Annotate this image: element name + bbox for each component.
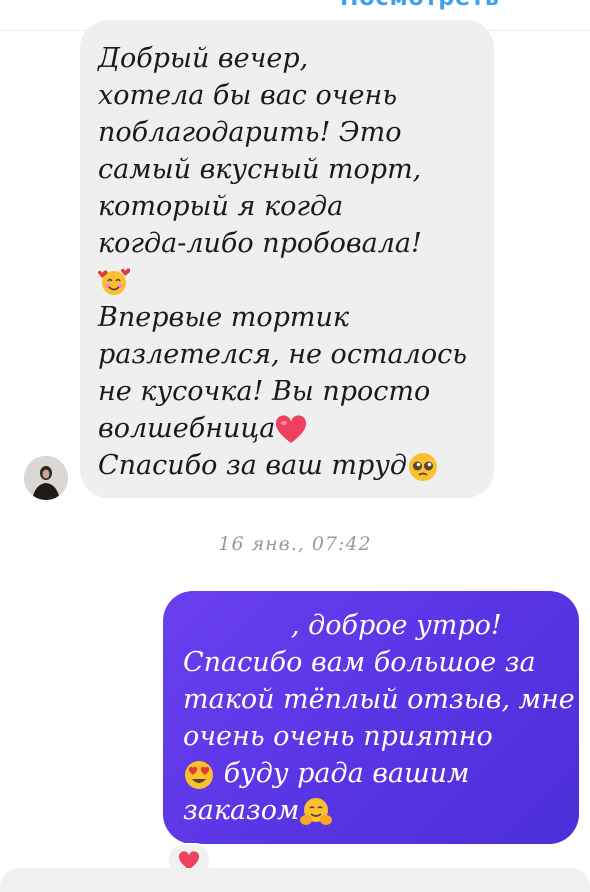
hugging-face-icon <box>299 796 333 828</box>
outgoing-message-bubble[interactable]: , доброе утро! Спасибо вам большое за та… <box>163 591 579 844</box>
sender-avatar[interactable] <box>24 456 68 500</box>
red-heart-icon <box>275 414 307 445</box>
incoming-message-bubble[interactable]: Добрый вечер, хотела бы вас очень поблаг… <box>80 20 494 498</box>
message-line: Добрый вечер, <box>98 43 309 74</box>
emoji-line <box>98 262 476 299</box>
message-line: не кусочка! Вы просто <box>98 376 431 407</box>
message-line-with-emoji: буду рада вашим <box>183 755 563 792</box>
message-line: очень очень приятно <box>183 721 493 752</box>
message-line: поблагодарить! Это <box>98 117 402 148</box>
message-text: Спасибо за ваш труд <box>98 450 408 481</box>
message-line: когда-либо пробовала! <box>98 228 422 259</box>
message-line-with-heart: волшебница <box>98 410 476 447</box>
pleading-face-icon <box>407 451 439 483</box>
smiling-face-with-hearts-icon <box>98 266 130 298</box>
message-text: волшебница <box>98 413 276 444</box>
message-line: хотела бы вас очень <box>98 80 398 111</box>
heart-eyes-face-icon <box>183 759 215 791</box>
message-line: , доброе утро! <box>291 610 502 641</box>
message-line: самый вкусный торт, <box>98 154 422 185</box>
view-profile-link[interactable]: Посмотреть <box>340 0 500 11</box>
message-line: Спасибо вам большое за <box>183 647 536 678</box>
message-line-with-emoji: Спасибо за ваш труд <box>98 447 476 484</box>
message-line: такой тёплый отзыв, мне <box>183 684 575 715</box>
message-line: который я когда <box>98 191 344 222</box>
message-line: разлетелся, не осталось <box>98 339 467 370</box>
message-line: Впервые тортик <box>98 302 350 333</box>
message-line-with-emoji: заказом <box>183 792 563 829</box>
message-text: буду рада вашим <box>223 758 470 789</box>
message-composer[interactable] <box>0 868 590 892</box>
message-text: заказом <box>183 795 300 826</box>
message-timestamp: 16 янв., 07:42 <box>218 533 372 555</box>
